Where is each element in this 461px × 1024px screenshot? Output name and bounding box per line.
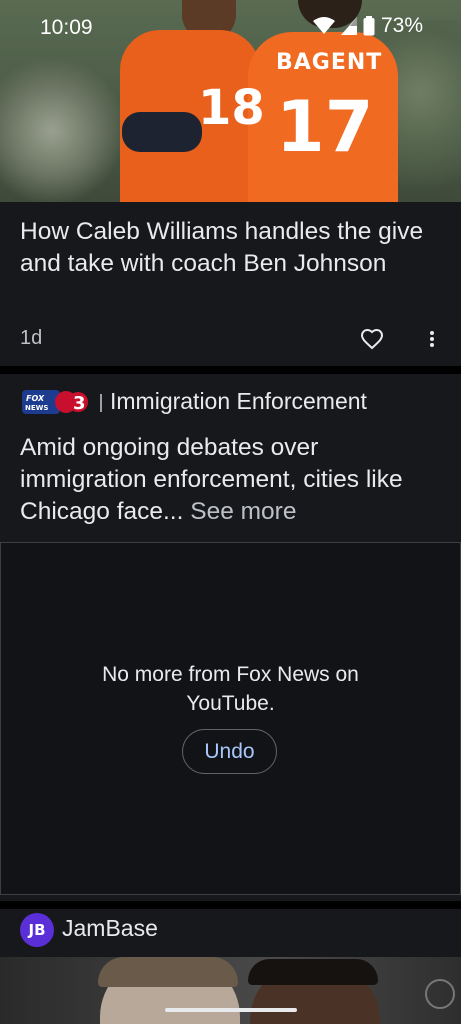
person-hair	[98, 957, 238, 987]
background-blur	[0, 60, 130, 202]
gesture-home-bar[interactable]	[165, 1008, 297, 1012]
person-hair	[248, 959, 378, 985]
article-title[interactable]: How Caleb Williams handles the give and …	[20, 216, 440, 280]
fox-news-logo: FOX NEWS 3	[22, 390, 88, 414]
svg-text:FOX: FOX	[26, 394, 45, 403]
card-divider	[0, 901, 461, 909]
svg-text:NEWS: NEWS	[25, 404, 48, 412]
status-icons: 73%	[312, 14, 423, 38]
jersey-number: 18	[198, 80, 265, 136]
watermark-icon	[425, 979, 455, 1009]
topic-title[interactable]: Amid ongoing debates over immigration en…	[20, 432, 445, 528]
signal-icon	[340, 17, 357, 35]
see-more-link[interactable]: See more	[190, 498, 296, 525]
jambase-logo[interactable]: JB	[20, 913, 54, 947]
source-separator	[100, 394, 102, 412]
jersey-sleeve	[122, 112, 202, 152]
undo-button[interactable]: Undo	[182, 729, 277, 774]
more-options-icon[interactable]	[420, 327, 444, 351]
article-image-jambase[interactable]	[0, 957, 461, 1024]
battery-icon	[363, 16, 375, 36]
svg-text:3: 3	[73, 393, 86, 414]
topic-label[interactable]: Immigration Enforcement	[110, 388, 367, 415]
jersey-nameplate: BAGENT	[276, 50, 383, 75]
article-age: 1d	[20, 327, 43, 349]
wifi-icon	[312, 17, 335, 34]
hidden-source-message: No more from Fox News on YouTube.	[102, 663, 359, 715]
jersey-number: 17	[276, 86, 374, 168]
hidden-source-panel	[0, 542, 461, 895]
card-divider	[0, 366, 461, 374]
heart-icon[interactable]	[360, 327, 384, 351]
battery-percent: 73%	[380, 14, 423, 37]
status-time: 10:09	[40, 16, 93, 39]
source-name[interactable]: JamBase	[62, 915, 158, 942]
